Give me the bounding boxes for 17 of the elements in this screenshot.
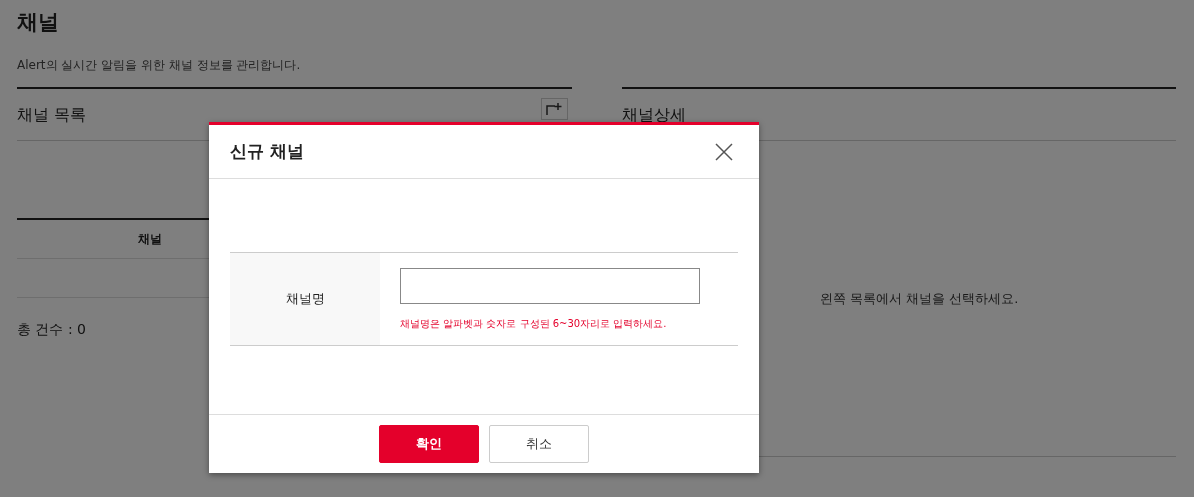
confirm-button[interactable]: 확인 xyxy=(379,425,479,463)
page-title: 채널 xyxy=(17,9,60,36)
add-icon xyxy=(546,101,563,116)
add-button[interactable] xyxy=(541,97,568,120)
page-description: Alert의 실시간 알림을 위한 채널 정보를 관리합니다. xyxy=(17,57,302,73)
total-count: 총 건수 : 0 xyxy=(17,320,86,339)
field-label: 채널명 xyxy=(230,253,380,345)
close-icon xyxy=(715,142,733,161)
column-header: 채널 xyxy=(136,231,163,248)
hint-text: 채널명은 알파벳과 숫자로 구성된 6~30자리로 입력하세요. xyxy=(400,317,668,331)
empty-message: 왼쪽 목록에서 채널을 선택하세요. xyxy=(818,289,1019,308)
dialog-title: 신규 채널 xyxy=(230,139,304,163)
panel-title: 채널 목록 xyxy=(17,103,87,126)
cancel-button[interactable]: 취소 xyxy=(489,425,589,463)
channel-name-input[interactable] xyxy=(400,268,700,304)
panel-title: 채널상세 xyxy=(622,103,686,126)
close-button[interactable] xyxy=(715,142,733,161)
